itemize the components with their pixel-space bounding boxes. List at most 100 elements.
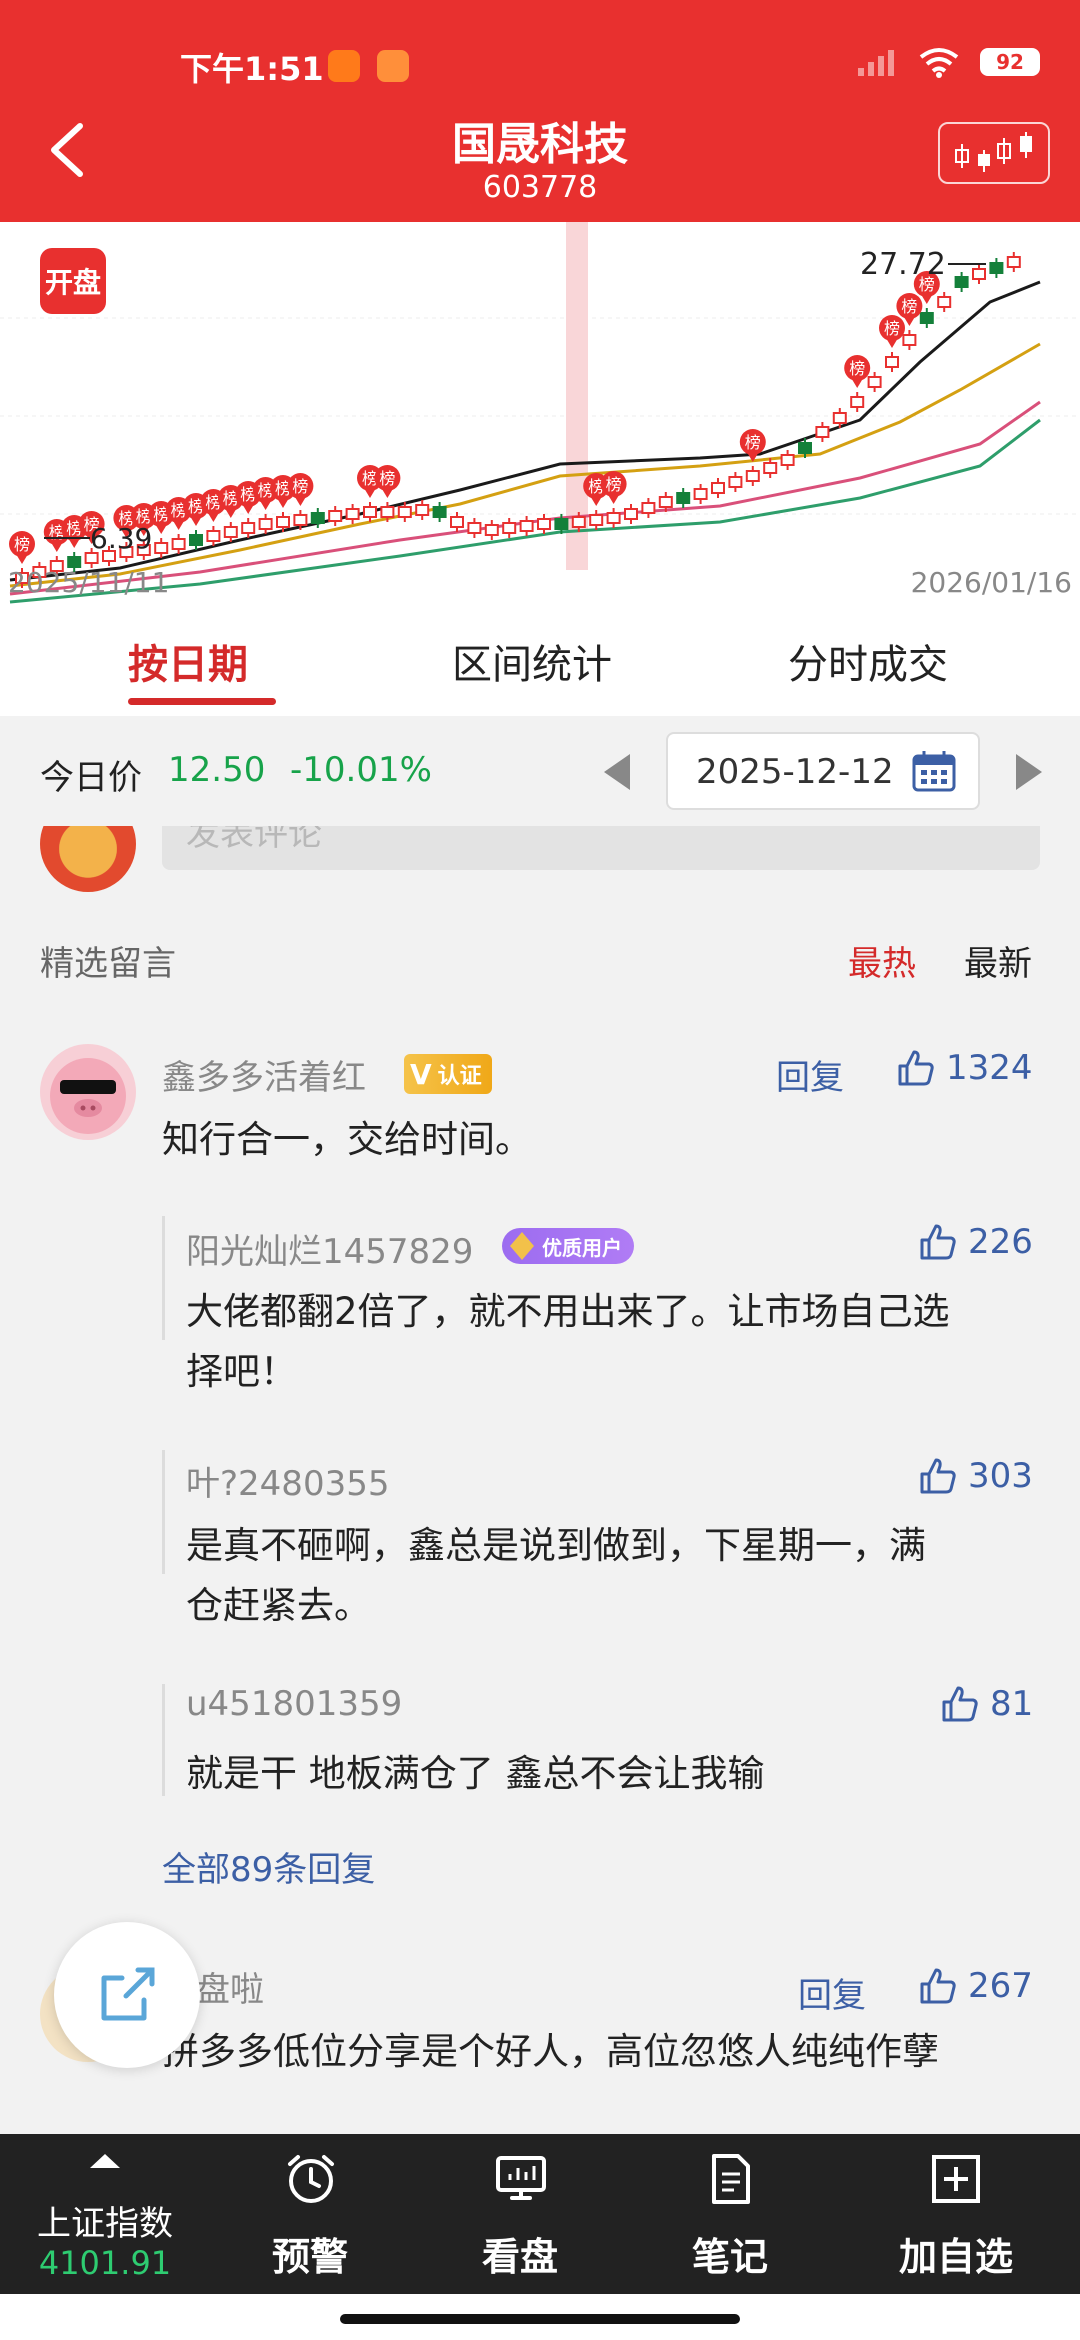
avatar[interactable]	[40, 1044, 136, 1140]
candle	[676, 492, 691, 504]
candle	[763, 462, 778, 474]
candle	[589, 514, 604, 526]
tab-range-stats[interactable]: 区间统计	[452, 632, 612, 690]
nav-alert[interactable]: 预警	[240, 2134, 380, 2294]
bang-marker[interactable]: 榜	[739, 429, 766, 462]
candle	[745, 470, 760, 482]
comment-text: 拼多多低位分享是个好人，高位忽悠人纯纯作孽	[162, 2030, 939, 2073]
all-replies-link[interactable]: 全部89条回复	[162, 1842, 375, 1891]
nav-notes[interactable]: 笔记	[660, 2134, 800, 2294]
tab-by-date[interactable]: 按日期	[128, 632, 248, 690]
add-box-icon	[932, 2155, 980, 2203]
nav-add-watchlist[interactable]: 加自选	[880, 2134, 1032, 2294]
bang-marker[interactable]: 榜	[844, 355, 871, 388]
bang-label: 榜	[606, 475, 622, 494]
comment-username[interactable]: 鑫多多活着红	[162, 1050, 366, 1099]
quality-user-badge: 优质用户	[502, 1228, 634, 1264]
next-date-button[interactable]	[1016, 754, 1042, 790]
status-icons: 92	[858, 46, 1040, 78]
candle	[641, 502, 656, 514]
candle	[624, 508, 638, 520]
today-price-label: 今日价	[40, 758, 142, 798]
candle	[972, 268, 986, 280]
bang-marker[interactable]: 榜	[374, 465, 401, 498]
candle	[815, 426, 830, 438]
sort-new-button[interactable]: 最新	[964, 936, 1032, 985]
candle	[223, 526, 238, 538]
candle	[832, 412, 847, 424]
date-picker[interactable]: 2025-12-12	[666, 732, 980, 810]
like-count: 1324	[946, 1048, 1033, 1088]
nav-add-watchlist-label: 加自选	[898, 2235, 1013, 2279]
bang-label: 榜	[901, 297, 917, 316]
kline-chart[interactable]: 榜榜榜榜榜榜榜榜榜榜榜榜榜榜榜榜榜榜榜榜榜榜榜榜 6.39 27.72 2025…	[0, 222, 1080, 612]
index-ticker-button[interactable]: 上证指数 4101.91	[0, 2134, 210, 2294]
candle	[310, 512, 325, 524]
reply-username[interactable]: 阳光灿烂1457829	[186, 1224, 473, 1273]
alarm-clock-icon	[288, 2155, 334, 2203]
comments-section: 发表评论 精选留言 最热 最新 鑫多多活着红 V 认证 回复 1324 知行合一，…	[0, 826, 1080, 2134]
thumbs-up-icon	[942, 1686, 978, 1722]
prev-date-button[interactable]	[604, 754, 630, 790]
candle	[415, 504, 430, 516]
comment-input[interactable]: 发表评论	[162, 826, 1040, 870]
home-indicator[interactable]	[340, 2314, 740, 2324]
like-button[interactable]: 81	[940, 1684, 1033, 1724]
open-market-badge[interactable]: 开盘	[40, 248, 106, 314]
candle	[363, 506, 377, 518]
candle	[189, 534, 203, 546]
reply-username[interactable]: 叶?2480355	[186, 1456, 389, 1505]
thumbs-up-icon	[920, 1968, 956, 2004]
candle	[658, 496, 673, 508]
reply-username[interactable]: u451801359	[186, 1684, 402, 1724]
tab-tick-trades[interactable]: 分时成交	[788, 632, 948, 690]
quality-icon	[510, 1232, 534, 1260]
app-header: 下午1:51 92 国晟科技 603778	[0, 0, 1080, 222]
candle	[467, 522, 482, 534]
reply-button[interactable]: 回复	[776, 1050, 844, 1099]
kline-svg: 榜榜榜榜榜榜榜榜榜榜榜榜榜榜榜榜榜榜榜榜榜榜榜榜 6.39 27.72 2025…	[0, 222, 1080, 604]
thumbs-up-icon	[920, 1224, 956, 1260]
stock-code: 603778	[482, 170, 598, 205]
candle	[276, 516, 290, 528]
candle	[519, 520, 534, 532]
tab-bar: 按日期 区间统计 分时成交	[0, 612, 1080, 716]
bang-marker[interactable]: 榜	[879, 315, 905, 348]
sort-hot-button[interactable]: 最热	[848, 936, 916, 985]
index-name: 上证指数	[37, 2204, 173, 2244]
price-bar: 今日价 12.50 -10.01% 2025-12-12	[0, 716, 1080, 826]
reply-button[interactable]: 回复	[798, 1968, 866, 2017]
candle	[571, 516, 586, 528]
nav-notes-label: 笔记	[691, 2235, 768, 2279]
candle	[1006, 256, 1021, 268]
candle	[954, 276, 969, 288]
like-button[interactable]: 1324	[896, 1048, 1033, 1088]
like-button[interactable]: 267	[918, 1966, 1033, 2006]
nav-alert-label: 预警	[271, 2235, 348, 2279]
max-price-label: 27.72	[860, 247, 946, 282]
kline-toggle-button[interactable]	[938, 122, 1050, 184]
like-count: 81	[990, 1684, 1034, 1724]
today-price-value: 12.50	[168, 750, 266, 790]
reply-divider	[162, 1216, 165, 1340]
thumbs-up-icon	[920, 1458, 956, 1494]
note-icon	[712, 2154, 750, 2204]
start-date-label: 2025/11/11	[8, 566, 169, 599]
calendar-icon	[912, 751, 956, 792]
candle	[328, 510, 343, 522]
like-button[interactable]: 226	[918, 1222, 1033, 1262]
share-float-button[interactable]	[54, 1922, 200, 2068]
candle	[867, 376, 882, 388]
status-time: 下午1:51	[180, 50, 324, 88]
current-user-avatar	[40, 826, 136, 892]
bang-label: 榜	[292, 477, 308, 496]
like-count: 303	[968, 1456, 1033, 1496]
bang-marker[interactable]: 榜	[600, 471, 627, 504]
like-button[interactable]: 303	[918, 1456, 1033, 1496]
bang-marker[interactable]: 榜	[287, 473, 314, 506]
date-value: 2025-12-12	[696, 752, 894, 792]
candle	[937, 296, 952, 308]
candle	[902, 334, 917, 346]
bang-marker[interactable]: 榜	[9, 531, 35, 564]
nav-watch-market[interactable]: 看盘	[450, 2134, 590, 2294]
